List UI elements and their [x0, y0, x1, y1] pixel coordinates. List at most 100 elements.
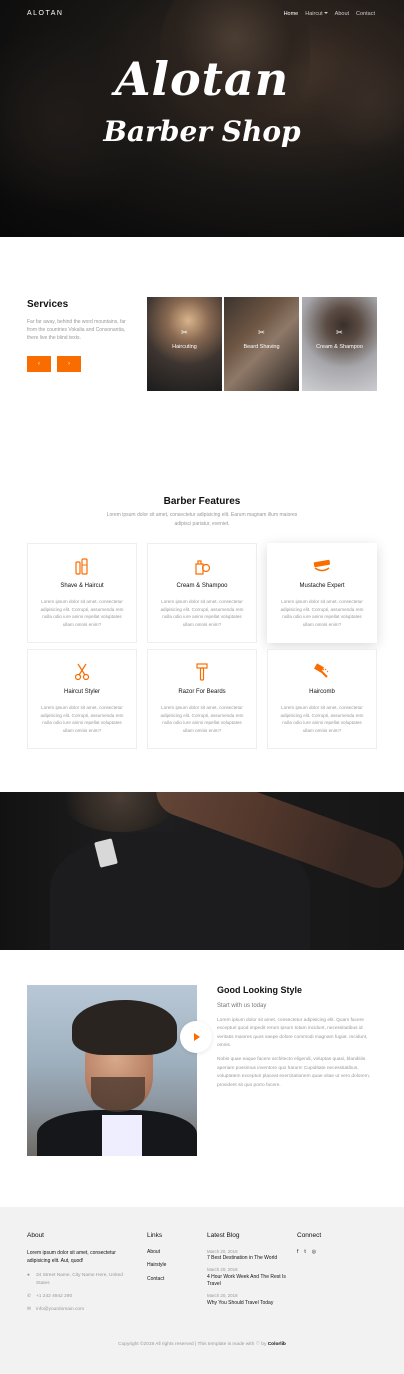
- footer-phone[interactable]: ✆ +1 242 4942 290: [27, 1293, 136, 1301]
- service-card-haircuting[interactable]: ✂ Haircuting: [147, 297, 222, 391]
- footer-about: About Lorem ipsum dolor sit amet, consec…: [27, 1231, 136, 1319]
- blog-post-title[interactable]: Why You Should Travel Today: [207, 1300, 292, 1307]
- blog-post-date: March 20, 2018: [207, 1248, 238, 1254]
- feature-name: Shave & Haircut: [60, 583, 104, 589]
- footer-connect-heading: Connect: [297, 1232, 322, 1239]
- nav-link-about[interactable]: About: [335, 10, 349, 18]
- carousel-next-button[interactable]: ›: [57, 356, 81, 372]
- services-intro: Services Far far away, behind the word m…: [27, 297, 137, 372]
- play-video-button[interactable]: [180, 1021, 212, 1053]
- style-text-block: Good Looking Style Start with us today L…: [217, 984, 377, 1096]
- feature-card: Shave & Haircut Lorem ipsum dolor sit am…: [27, 543, 137, 643]
- style-subtitle: Start with us today: [217, 1002, 267, 1009]
- footer-connect: Connect f t ◎: [297, 1231, 321, 1256]
- services-description: Far far away, behind the word mountains,…: [27, 319, 126, 341]
- scissors-icon: ✂: [258, 328, 265, 337]
- footer-address-text: 34 Street Name, City Name Here, United S…: [36, 1272, 123, 1286]
- footer-address: ● 34 Street Name, City Name Here, United …: [27, 1272, 136, 1288]
- footer-link-hairstyle[interactable]: Hairstyle: [147, 1262, 166, 1270]
- feature-name: Mustache Expert: [299, 583, 345, 589]
- twitter-icon[interactable]: t: [304, 1249, 305, 1257]
- footer-phone-text: +1 242 4942 290: [36, 1294, 73, 1300]
- feature-card: Razor For Beards Lorem ipsum dolor sit a…: [147, 649, 257, 749]
- scissors-icon: ✂: [181, 328, 188, 337]
- features-section: Barber Features Lorem ipsum dolor sit am…: [0, 467, 404, 792]
- carousel-prev-button[interactable]: ‹: [27, 356, 51, 372]
- style-video-thumbnail: [27, 985, 197, 1156]
- footer-about-text: Lorem ipsum dolor sit amet, consectetur …: [27, 1249, 116, 1264]
- feature-text: Lorem ipsum dolor sit amet, consectetur …: [160, 599, 244, 627]
- service-card-label: Cream & Shampoo: [316, 344, 363, 350]
- style-title: Good Looking Style: [217, 985, 302, 995]
- colorlib-link[interactable]: Colorlib: [268, 1342, 286, 1347]
- feature-text: Lorem ipsum dolor sit amet, consectetur …: [160, 705, 244, 733]
- nav-link-home[interactable]: Home: [284, 10, 299, 18]
- blog-post-title[interactable]: 4 Hour Work Week And The Rest Is Travel: [207, 1274, 292, 1288]
- feature-name: Cream & Shampoo: [176, 583, 228, 589]
- photo-detail: [102, 1115, 142, 1156]
- feature-card: Haircut Styler Lorem ipsum dolor sit ame…: [27, 649, 137, 749]
- hero-subtitle: Barber Shop: [103, 115, 301, 148]
- blog-post-title[interactable]: 7 Best Destination in The World: [207, 1255, 292, 1262]
- services-title: Services: [27, 299, 69, 310]
- top-navbar: ALOTAN Home Haircut About Contact: [0, 0, 404, 28]
- feature-card: Haircomb Lorem ipsum dolor sit amet, con…: [267, 649, 377, 749]
- footer-email[interactable]: ✉ info@yourdomain.com: [27, 1306, 136, 1314]
- photo-detail: [91, 1077, 145, 1112]
- comb-icon: [277, 662, 367, 682]
- footer-about-heading: About: [27, 1232, 44, 1239]
- heart-icon: ♡: [255, 1342, 260, 1347]
- barber-photo-banner: [0, 792, 404, 950]
- hero-section: ALOTAN Home Haircut About Contact Alotan…: [0, 0, 404, 237]
- feature-card: Cream & Shampoo Lorem ipsum dolor sit am…: [147, 543, 257, 643]
- blog-post: March 20, 2018 7 Best Destination in The…: [207, 1249, 292, 1263]
- style-paragraph: Lorem ipsum dolor sit amet, consectetur …: [217, 1017, 368, 1049]
- feature-name: Haircomb: [309, 689, 335, 695]
- copyright-by: by: [261, 1342, 267, 1347]
- brand-logo[interactable]: ALOTAN: [27, 9, 64, 20]
- phone-icon: ✆: [27, 1294, 32, 1300]
- footer-links: Links About Hairstyle Contact: [147, 1231, 166, 1289]
- feature-text: Lorem ipsum dolor sit amet, consectetur …: [40, 705, 124, 733]
- hero-title: Alotan: [114, 52, 290, 106]
- mustache-icon: [277, 556, 367, 576]
- footer-blog-heading: Latest Blog: [207, 1232, 240, 1239]
- service-card-beard-shaving[interactable]: ✂ Beard Shaving: [224, 297, 299, 391]
- features-description: Lorem ipsum dolor sit amet, consectetur …: [106, 512, 298, 527]
- service-card-label: Beard Shaving: [243, 344, 280, 350]
- social-links: f t ◎: [297, 1249, 321, 1257]
- nav-link-contact[interactable]: Contact: [356, 10, 375, 18]
- feature-text: Lorem ipsum dolor sit amet, consectetur …: [40, 599, 124, 627]
- footer-link-about[interactable]: About: [147, 1249, 166, 1257]
- blog-post-date: March 20, 2018: [207, 1292, 238, 1298]
- footer-links-heading: Links: [147, 1232, 163, 1239]
- feature-card: Mustache Expert Lorem ipsum dolor sit am…: [267, 543, 377, 643]
- facebook-icon[interactable]: f: [297, 1249, 298, 1257]
- nav-link-haircut[interactable]: Haircut: [305, 10, 328, 18]
- envelope-icon: ✉: [27, 1307, 32, 1313]
- copyright: Copyright ©2019 All rights reserved | Th…: [0, 1341, 404, 1348]
- scissors-icon: [37, 662, 127, 682]
- features-title: Barber Features: [163, 496, 241, 507]
- shaving-kit-icon: [37, 556, 127, 576]
- blog-post: March 20, 2018 4 Hour Work Week And The …: [207, 1267, 292, 1288]
- footer-latest-blog: Latest Blog March 20, 2018 7 Best Destin…: [207, 1231, 292, 1312]
- blog-post: March 20, 2018 Why You Should Travel Tod…: [207, 1293, 292, 1307]
- copyright-text: Copyright ©2019 All rights reserved | Th…: [118, 1342, 255, 1347]
- play-icon: [194, 1033, 200, 1041]
- feature-text: Lorem ipsum dolor sit amet, consectetur …: [280, 705, 364, 733]
- scissors-icon: ✂: [336, 328, 343, 337]
- cream-bottle-icon: [157, 556, 247, 576]
- feature-name: Haircut Styler: [63, 689, 100, 695]
- style-section: Good Looking Style Start with us today L…: [0, 950, 404, 1207]
- service-card-label: Haircuting: [172, 344, 197, 350]
- blog-post-date: March 20, 2018: [207, 1267, 238, 1273]
- chevron-down-icon: [323, 12, 328, 15]
- footer-link-contact[interactable]: Contact: [147, 1276, 166, 1284]
- photo-detail: [72, 1000, 177, 1055]
- service-card-cream-shampoo[interactable]: ✂ Cream & Shampoo: [302, 297, 377, 391]
- instagram-icon[interactable]: ◎: [312, 1249, 316, 1257]
- site-footer: About Lorem ipsum dolor sit amet, consec…: [0, 1207, 404, 1374]
- feature-name: Razor For Beards: [178, 689, 226, 695]
- map-marker-icon: ●: [27, 1272, 30, 1278]
